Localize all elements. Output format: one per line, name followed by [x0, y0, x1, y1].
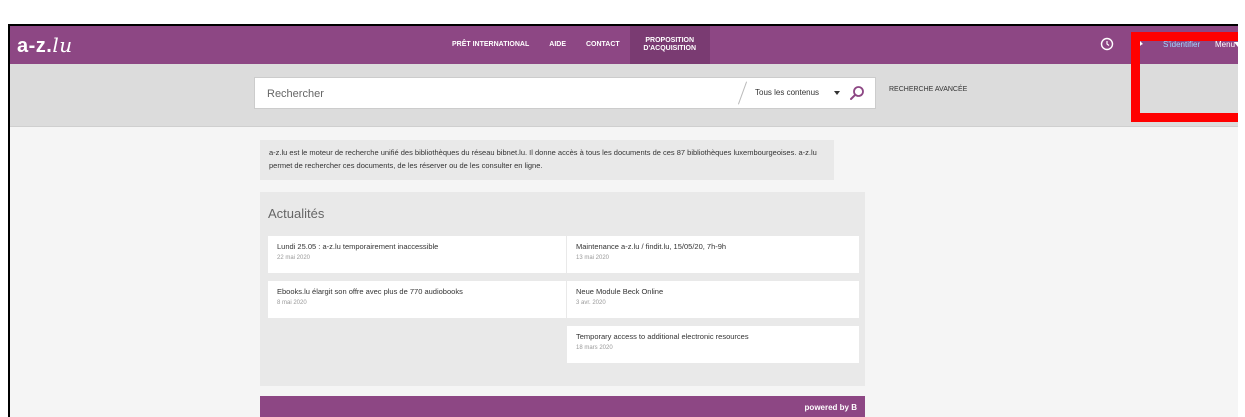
- search-scope-select[interactable]: Tous les contenus: [755, 88, 819, 97]
- news-item[interactable]: Temporary access to additional electroni…: [567, 326, 859, 363]
- nav-contact[interactable]: CONTACT: [576, 26, 630, 64]
- news-item-title[interactable]: Ebooks.lu élargit son offre avec plus de…: [277, 287, 557, 296]
- news-item-date: 22 mai 2020: [277, 255, 311, 261]
- highlight-box: [1131, 32, 1238, 122]
- news-item[interactable]: Neue Module Beck Online 3 avr. 2020: [567, 281, 859, 318]
- news-section: Actualités Lundi 25.05 : a-z.lu temporai…: [260, 192, 865, 386]
- top-navigation-bar: a-z.lu PRÊT INTERNATIONAL AIDE CONTACT P…: [10, 26, 1238, 64]
- nav-international-loan[interactable]: PRÊT INTERNATIONAL: [442, 26, 539, 64]
- news-item[interactable]: Maintenance a-z.lu / findit.lu, 15/05/20…: [567, 236, 859, 273]
- search-box: Tous les contenus: [254, 77, 876, 109]
- news-item-title[interactable]: Maintenance a-z.lu / findit.lu, 15/05/20…: [576, 242, 850, 251]
- advanced-search-link[interactable]: RECHERCHE AVANCÉE: [889, 86, 967, 93]
- footer-bar: powered by B: [260, 396, 865, 417]
- news-item[interactable]: Ebooks.lu élargit son offre avec plus de…: [268, 281, 566, 318]
- powered-by-label: powered by B: [804, 403, 857, 412]
- nav-acquisition-proposal[interactable]: PROPOSITION D'ACQUISITION: [629, 26, 710, 64]
- news-item[interactable]: Lundi 25.05 : a-z.lu temporairement inac…: [268, 236, 566, 273]
- divider: [737, 81, 748, 105]
- search-input[interactable]: [265, 85, 729, 103]
- news-item-date: 18 mars 2020: [576, 345, 613, 351]
- main-nav: PRÊT INTERNATIONAL AIDE CONTACT PROPOSIT…: [442, 26, 710, 64]
- history-icon[interactable]: [1100, 37, 1114, 51]
- site-logo[interactable]: a-z.lu: [17, 33, 73, 58]
- search-icon[interactable]: [849, 85, 865, 101]
- nav-help[interactable]: AIDE: [539, 26, 576, 64]
- news-item-title[interactable]: Lundi 25.05 : a-z.lu temporairement inac…: [277, 242, 557, 251]
- scope-caret-icon[interactable]: [834, 91, 840, 95]
- news-item-date: 8 mai 2020: [277, 300, 307, 306]
- news-item-title[interactable]: Temporary access to additional electroni…: [576, 332, 850, 341]
- intro-text: a-z.lu est le moteur de recherche unifié…: [260, 140, 834, 180]
- news-item-date: 3 avr. 2020: [576, 300, 606, 306]
- search-band: Tous les contenus RECHERCHE AVANCÉE: [10, 64, 1238, 127]
- news-title: Actualités: [268, 206, 325, 221]
- news-item-title[interactable]: Neue Module Beck Online: [576, 287, 850, 296]
- browser-frame: a-z.lu PRÊT INTERNATIONAL AIDE CONTACT P…: [8, 24, 1238, 417]
- news-item-date: 13 mai 2020: [576, 255, 610, 261]
